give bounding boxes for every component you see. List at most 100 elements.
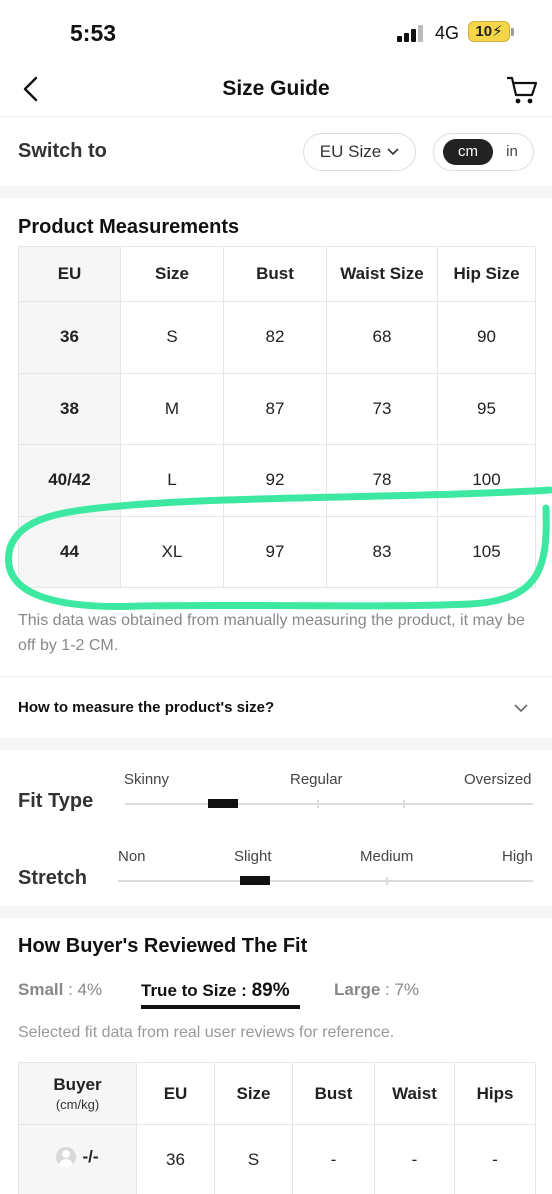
header: Size Guide [0, 62, 552, 117]
fit-type-label: Fit Type [18, 790, 94, 812]
fit-scale-label: Oversized [464, 771, 532, 788]
battery-tip [511, 28, 514, 36]
table-cell: 100 [437, 444, 536, 517]
buyer-sub-header: (cm/kg) [55, 1097, 100, 1112]
column-header: Waist [374, 1062, 455, 1125]
column-header: Size [214, 1062, 293, 1125]
column-header: Waist Size [326, 246, 438, 302]
stretch-scale-label: High [502, 848, 533, 865]
avatar-icon [56, 1147, 77, 1167]
network-type: 4G [435, 23, 460, 43]
column-header: EU [18, 246, 121, 302]
fit-scale-label: Skinny [124, 771, 170, 788]
table-cell: 68 [326, 301, 438, 374]
status-time: 5:53 [70, 20, 117, 46]
chevron-down-icon [387, 148, 399, 156]
stretch-scale-label: Slight [234, 848, 272, 865]
unit-toggle: cm in [433, 133, 534, 171]
buyer-cell: -/- [18, 1124, 137, 1194]
tab-true-to-size[interactable]: True to Size : 89% [141, 980, 290, 1002]
cart-icon[interactable] [505, 74, 539, 106]
table-cell: 83 [326, 515, 438, 588]
table-cell: 97 [223, 515, 327, 588]
section-divider [0, 738, 552, 750]
battery-level: 10 [475, 23, 493, 40]
table-header-row: Buyer (cm/kg) EU Size Bust Waist Hips [18, 1062, 536, 1125]
table-cell: 38 [18, 372, 121, 445]
stretch-label: Stretch [18, 867, 87, 889]
fit-type-tick [403, 800, 405, 808]
fit-type-track [125, 803, 533, 805]
table-cell: 36 [136, 1124, 215, 1194]
table-row: -/- 36 S - - - [18, 1124, 536, 1194]
buyer-header: Buyer [53, 1075, 102, 1094]
table-cell: 87 [223, 372, 327, 445]
table-cell: - [292, 1124, 375, 1194]
stretch-track [118, 880, 533, 882]
tab-large-value: 7% [394, 980, 420, 999]
section-divider [0, 186, 552, 198]
table-header-row: EU Size Bust Waist Size Hip Size [18, 246, 536, 302]
fit-scale-label: Regular [290, 771, 343, 788]
stretch-marker [239, 876, 270, 885]
table-cell: M [120, 372, 224, 445]
tab-true-value: 89% [251, 980, 290, 1001]
table-row: 40/42 L 92 78 100 [18, 444, 536, 517]
how-to-measure-row[interactable]: How to measure the product's size? [0, 676, 552, 738]
chevron-down-icon [514, 704, 528, 713]
switch-label: Switch to [18, 140, 107, 162]
unit-cm-button[interactable]: cm [443, 139, 493, 165]
measurements-table: EU Size Bust Waist Size Hip Size 36 S 82… [18, 246, 536, 588]
stretch-scale-label: Non [118, 848, 146, 865]
reviews-title: How Buyer's Reviewed The Fit [18, 935, 308, 957]
status-bar: 5:53 4G 10⚡ [0, 0, 552, 62]
size-system-select[interactable]: EU Size [303, 133, 416, 171]
table-cell: S [120, 301, 224, 374]
switch-row: Switch to EU Size cm in [0, 118, 552, 186]
table-cell: 92 [223, 444, 327, 517]
how-to-measure-label: How to measure the product's size? [18, 699, 275, 716]
tab-small[interactable]: Small : 4% [18, 980, 102, 1000]
column-header: EU [136, 1062, 215, 1125]
measurement-note: This data was obtained from manually mea… [18, 612, 525, 654]
stretch-tick [386, 877, 388, 885]
table-row: 44 XL 97 83 105 [18, 515, 536, 588]
tab-true-label: True to Size [141, 981, 237, 1000]
unit-in-button[interactable]: in [497, 139, 527, 165]
table-cell: 44 [18, 515, 121, 588]
table-cell: - [374, 1124, 455, 1194]
column-header: Bust [223, 246, 327, 302]
review-note: Selected fit data from real user reviews… [18, 1024, 395, 1041]
table-cell: 105 [437, 515, 536, 588]
signal-icon [397, 24, 425, 42]
page-title: Size Guide [222, 77, 330, 100]
tab-small-label: Small [18, 980, 64, 999]
fit-type-marker [207, 799, 238, 808]
buyer-value: -/- [82, 1147, 99, 1166]
table-cell: L [120, 444, 224, 517]
table-cell: 73 [326, 372, 438, 445]
table-cell: XL [120, 515, 224, 588]
column-header: Size [120, 246, 224, 302]
stretch-scale-label: Medium [360, 848, 414, 865]
tab-small-value: 4% [77, 980, 103, 999]
active-tab-underline [141, 1005, 300, 1009]
measurements-title: Product Measurements [18, 216, 240, 238]
column-header: Hips [454, 1062, 536, 1125]
column-header: Bust [292, 1062, 375, 1125]
table-cell: 78 [326, 444, 438, 517]
fit-type-tick [317, 800, 319, 808]
table-cell: 82 [223, 301, 327, 374]
column-header: Hip Size [437, 246, 536, 302]
table-cell: 40/42 [18, 444, 121, 517]
table-cell: 90 [437, 301, 536, 374]
size-system-value: EU Size [319, 142, 382, 161]
table-row: 38 M 87 73 95 [18, 372, 536, 445]
tab-large[interactable]: Large : 7% [334, 980, 419, 1000]
reviews-table: Buyer (cm/kg) EU Size Bust Waist Hips -/… [18, 1062, 536, 1194]
table-row: 36 S 82 68 90 [18, 301, 536, 374]
table-cell: 36 [18, 301, 121, 374]
table-cell: S [214, 1124, 293, 1194]
column-header: Buyer (cm/kg) [18, 1062, 137, 1125]
table-cell: - [454, 1124, 536, 1194]
